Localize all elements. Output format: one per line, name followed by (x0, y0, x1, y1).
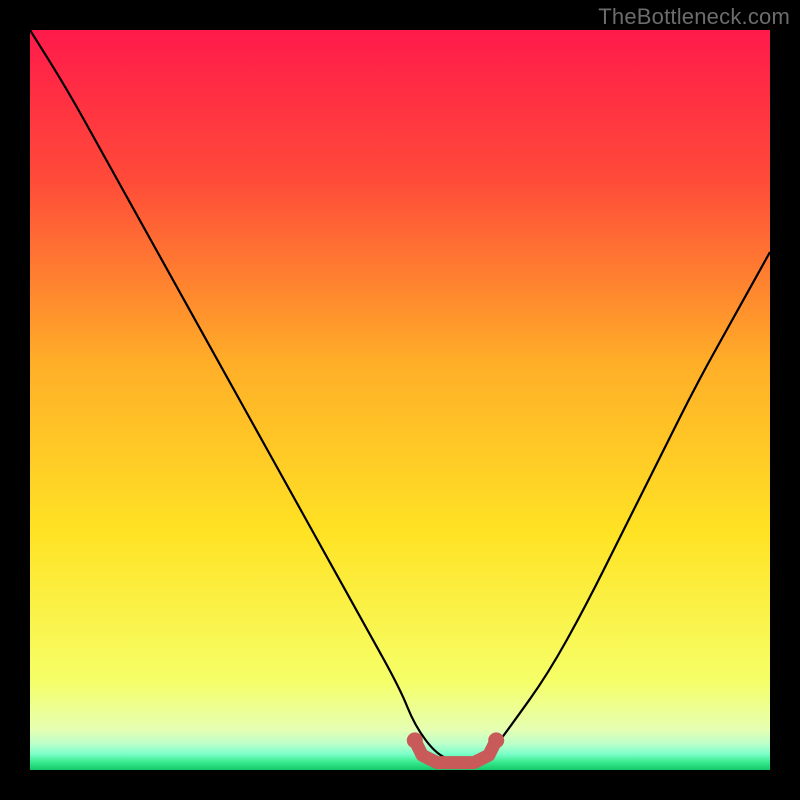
highlight-endpoint (407, 732, 423, 748)
bottleneck-chart (30, 30, 770, 770)
chart-frame: TheBottleneck.com (0, 0, 800, 800)
gradient-background (30, 30, 770, 770)
highlight-endpoint (488, 732, 504, 748)
watermark-text: TheBottleneck.com (598, 4, 790, 30)
plot-area (30, 30, 770, 770)
